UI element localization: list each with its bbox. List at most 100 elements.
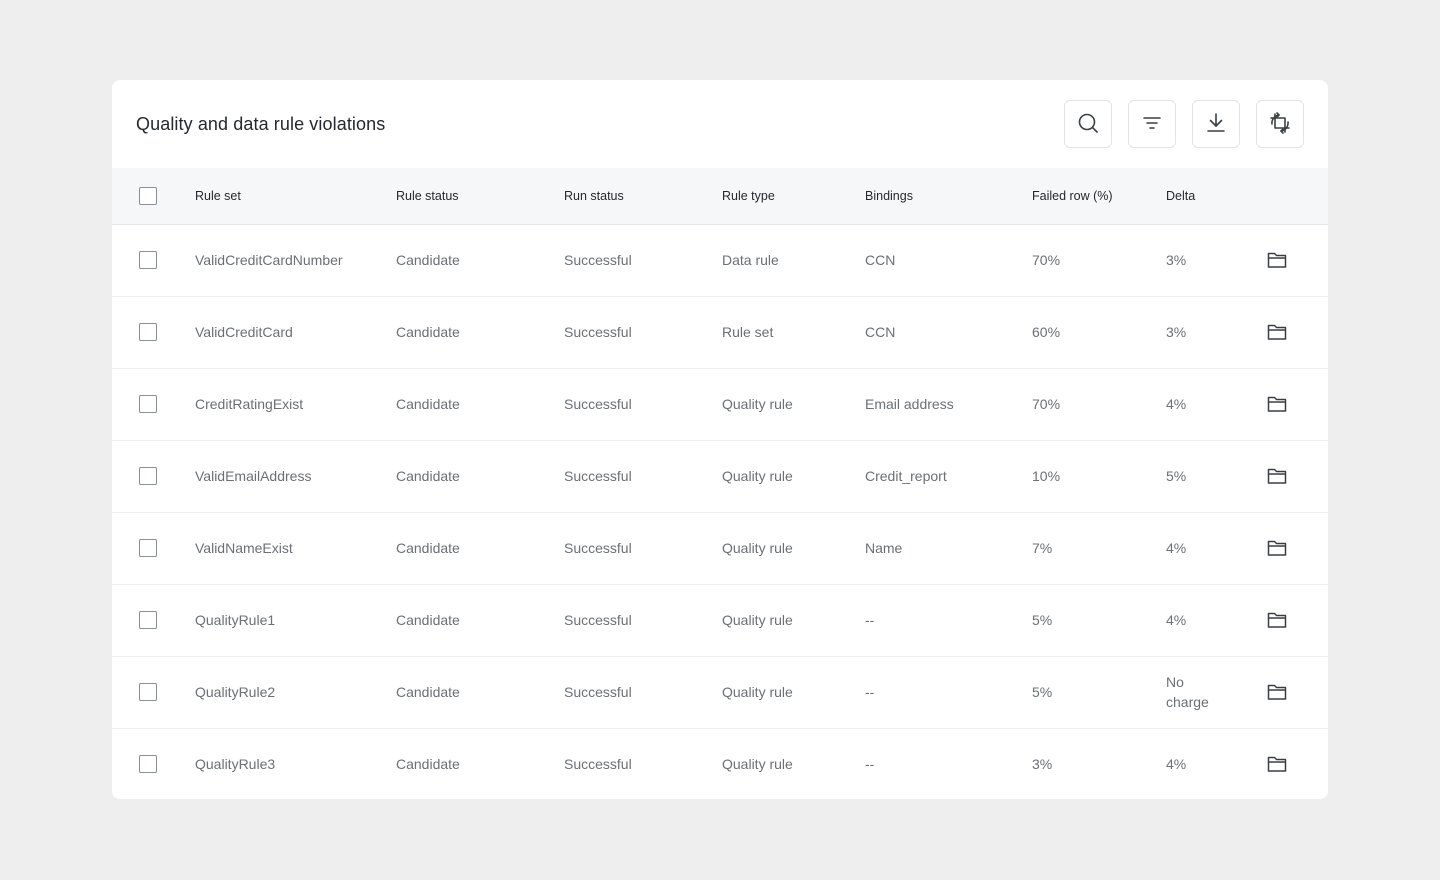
cell-rule-set: QualityRule1 [195, 612, 276, 628]
folder-icon[interactable] [1266, 537, 1288, 559]
violations-card: Quality and data rule violations Rule se… [112, 80, 1328, 799]
cell-rule-status: Candidate [396, 756, 460, 773]
cell-failed-row: 5% [1032, 684, 1053, 700]
folder-icon[interactable] [1266, 465, 1288, 487]
cell-bindings: -- [865, 612, 875, 628]
cell-rule-type: Data rule [722, 252, 779, 268]
violations-table: Rule set Rule status Run status Rule typ… [112, 168, 1328, 799]
toolbar [1064, 100, 1304, 148]
cell-delta: 3% [1166, 324, 1187, 340]
table-row[interactable]: CreditRatingExist Candidate Successful Q… [112, 368, 1328, 440]
cell-rule-set: QualityRule2 [195, 684, 276, 700]
row-checkbox[interactable] [139, 611, 157, 629]
cell-rule-set: ValidCreditCard [195, 324, 293, 340]
download-icon [1204, 111, 1228, 138]
filter-button[interactable] [1128, 100, 1176, 148]
cell-rule-set: ValidNameExist [195, 540, 293, 556]
cell-bindings: CCN [865, 324, 896, 340]
row-checkbox[interactable] [139, 395, 157, 413]
cell-rule-status: Candidate [396, 324, 460, 340]
cell-bindings: Name [865, 540, 903, 556]
row-checkbox[interactable] [139, 539, 157, 557]
search-button[interactable] [1064, 100, 1112, 148]
folder-icon[interactable] [1266, 681, 1288, 703]
row-checkbox[interactable] [139, 323, 157, 341]
filter-icon [1140, 111, 1164, 138]
cell-failed-row: 10% [1032, 468, 1061, 484]
table-row[interactable]: QualityRule1 Candidate Successful Qualit… [112, 584, 1328, 656]
cell-rule-set: QualityRule3 [195, 756, 276, 773]
table-row[interactable]: QualityRule3 Candidate Successful Qualit… [112, 728, 1328, 799]
cell-bindings: Credit_report [865, 468, 947, 484]
folder-icon[interactable] [1266, 609, 1288, 631]
search-icon [1076, 111, 1100, 138]
cell-bindings: -- [865, 756, 875, 773]
cell-failed-row: 3% [1032, 756, 1053, 773]
cell-bindings: CCN [865, 252, 896, 268]
cell-run-status: Successful [564, 756, 632, 773]
column-header-rule-set[interactable]: Rule set [195, 168, 396, 225]
column-header-delta[interactable]: Delta [1166, 168, 1266, 225]
cell-run-status: Successful [564, 612, 632, 628]
crop-rotate-icon [1268, 111, 1292, 138]
cell-rule-type: Quality rule [722, 540, 793, 556]
cell-rule-status: Candidate [396, 396, 460, 412]
page-title: Quality and data rule violations [136, 113, 386, 134]
download-button[interactable] [1192, 100, 1240, 148]
folder-icon[interactable] [1266, 393, 1288, 415]
cell-failed-row: 5% [1032, 612, 1053, 628]
cell-rule-set: CreditRatingExist [195, 396, 304, 412]
cell-rule-type: Quality rule [722, 756, 793, 773]
column-header-rule-type[interactable]: Rule type [722, 168, 865, 225]
column-header-bindings[interactable]: Bindings [865, 168, 1032, 225]
cell-rule-set: ValidEmailAddress [195, 468, 312, 484]
cell-delta: 4% [1166, 612, 1187, 628]
cell-rule-type: Quality rule [722, 612, 793, 628]
row-checkbox[interactable] [139, 755, 157, 774]
folder-icon[interactable] [1266, 753, 1288, 775]
cell-delta: 4% [1166, 396, 1187, 412]
folder-icon[interactable] [1266, 249, 1288, 271]
cell-rule-status: Candidate [396, 252, 460, 268]
row-checkbox[interactable] [139, 683, 157, 701]
cell-rule-status: Candidate [396, 540, 460, 556]
cell-failed-row: 60% [1032, 324, 1061, 340]
refresh-button[interactable] [1256, 100, 1304, 148]
cell-bindings: Email address [865, 396, 954, 412]
cell-run-status: Successful [564, 324, 632, 340]
cell-run-status: Successful [564, 468, 632, 484]
cell-rule-type: Rule set [722, 324, 774, 340]
table-row[interactable]: ValidCreditCard Candidate Successful Rul… [112, 296, 1328, 368]
row-checkbox[interactable] [139, 467, 157, 485]
table-row[interactable]: ValidEmailAddress Candidate Successful Q… [112, 440, 1328, 512]
cell-delta: 3% [1166, 252, 1187, 268]
cell-failed-row: 70% [1032, 396, 1061, 412]
cell-failed-row: 7% [1032, 540, 1053, 556]
column-header-run-status[interactable]: Run status [564, 168, 722, 225]
select-all-checkbox[interactable] [139, 186, 157, 205]
cell-bindings: -- [865, 684, 875, 700]
row-checkbox[interactable] [139, 251, 157, 269]
cell-rule-type: Quality rule [722, 468, 793, 484]
cell-delta: No charge [1166, 674, 1209, 710]
cell-rule-type: Quality rule [722, 396, 793, 412]
table-row[interactable]: ValidNameExist Candidate Successful Qual… [112, 512, 1328, 584]
cell-failed-row: 70% [1032, 252, 1061, 268]
cell-rule-status: Candidate [396, 684, 460, 700]
cell-delta: 4% [1166, 540, 1187, 556]
cell-run-status: Successful [564, 684, 632, 700]
folder-icon[interactable] [1266, 321, 1288, 343]
cell-run-status: Successful [564, 540, 632, 556]
cell-delta: 4% [1166, 756, 1187, 773]
cell-run-status: Successful [564, 252, 632, 268]
cell-rule-type: Quality rule [722, 684, 793, 700]
cell-run-status: Successful [564, 396, 632, 412]
cell-delta: 5% [1166, 468, 1187, 484]
column-header-failed-row[interactable]: Failed row (%) [1032, 168, 1166, 225]
column-header-actions [1266, 168, 1328, 225]
table-row[interactable]: ValidCreditCardNumber Candidate Successf… [112, 224, 1328, 296]
table-row[interactable]: QualityRule2 Candidate Successful Qualit… [112, 656, 1328, 728]
column-header-rule-status[interactable]: Rule status [396, 168, 564, 225]
select-all-cell [112, 168, 195, 225]
cell-rule-status: Candidate [396, 468, 460, 484]
